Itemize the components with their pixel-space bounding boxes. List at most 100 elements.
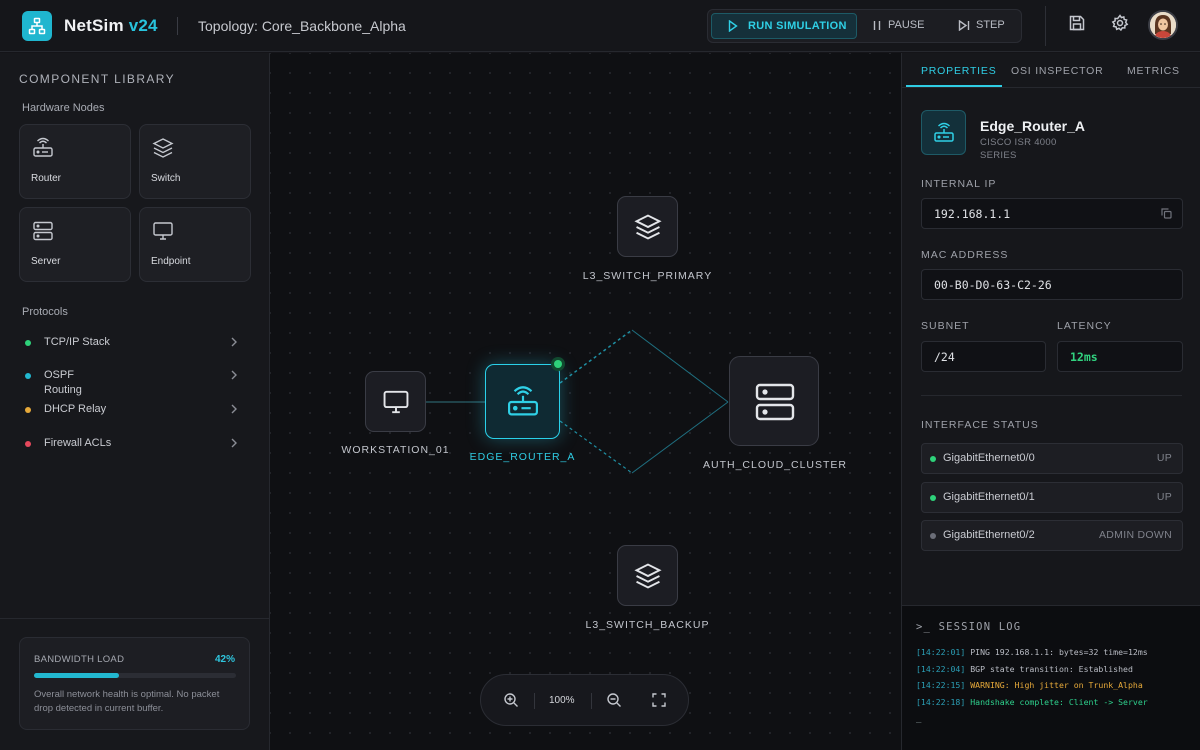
header-divider [177,17,178,35]
device-name: Edge_Router_A [980,118,1086,134]
node-label-switch-primary: L3_SWITCH_PRIMARY [582,270,713,282]
log-message: PING 192.168.1.1: bytes=32 time=12ms [970,647,1148,657]
interface-status: UP [1156,452,1172,464]
interface-name: GigabitEthernet0/2 [943,529,1035,541]
log-line: [14:22:04] BGP state transition: Establi… [916,664,1133,674]
log-line: [14:22:01] PING 192.168.1.1: bytes=32 ti… [916,647,1148,657]
hardware-label-server: Server [31,256,61,267]
node-l3-switch-backup[interactable] [617,545,678,606]
run-simulation-button[interactable]: RUN SIMULATION [711,13,857,39]
log-line: [14:22:15] WARNING: High jitter on Trunk… [916,680,1143,690]
node-auth-cloud-cluster[interactable] [729,356,819,446]
hardware-card-switch[interactable]: Switch [139,124,251,199]
zoom-out-icon[interactable] [606,692,622,708]
chevron-right-icon [231,370,237,380]
mac-address-label: MAC ADDRESS [921,249,1009,261]
link-router-upper [559,329,633,384]
protocol-name: DHCP Relay [44,403,107,415]
log-message: BGP state transition: Established [970,664,1133,674]
copy-icon[interactable] [1161,208,1172,219]
protocol-name: Firewall ACLs [44,437,112,449]
step-label: STEP [976,19,1005,31]
latency-field: 12ms [1057,341,1183,372]
tab-bar-divider [902,87,1200,88]
zoom-in-icon[interactable] [503,692,519,708]
link-upper-cloud [631,329,729,403]
tab-properties[interactable]: PROPERTIES [921,65,997,77]
interface-status: UP [1156,491,1172,503]
interface-status-dot [930,533,936,539]
fit-screen-icon[interactable] [651,692,667,708]
session-log-title: >_ SESSION LOG [916,621,1022,633]
play-icon [728,20,738,32]
app-header: NetSim v24 Topology: Core_Backbone_Alpha… [0,0,1200,52]
chevron-right-icon [231,438,237,448]
monitor-icon [383,390,409,414]
log-timestamp: [14:22:18] [916,697,966,707]
hardware-card-router[interactable]: Router [19,124,131,199]
session-log: >_ SESSION LOG [14:22:01] PING 192.168.1… [902,605,1200,750]
mac-address-value: 00-B0-D0-63-C2-26 [934,278,1052,292]
layers-icon [634,563,662,589]
properties-panel: PROPERTIES OSI INSPECTOR METRICS Edge_Ro… [901,53,1200,750]
node-label-cloud-cluster: AUTH_CLOUD_CLUSTER [702,459,848,471]
interface-row[interactable]: GigabitEthernet0/0 UP [921,443,1183,474]
zoom-divider [534,693,535,709]
subnet-value: /24 [934,350,955,364]
interface-row[interactable]: GigabitEthernet0/2 ADMIN DOWN [921,520,1183,551]
save-icon[interactable] [1068,14,1086,32]
router-icon [33,137,53,157]
mac-address-field[interactable]: 00-B0-D0-63-C2-26 [921,269,1183,300]
bandwidth-load-card: BANDWIDTH LOAD 42% Overall network healt… [19,637,250,730]
settings-gear-icon[interactable] [1111,14,1129,32]
log-message: Handshake complete: Client -> Server [970,697,1148,707]
subnet-field[interactable]: /24 [921,341,1046,372]
log-timestamp: [14:22:04] [916,664,966,674]
brand-version: v24 [128,16,158,35]
log-cursor: _ [916,714,922,724]
hardware-label-switch: Switch [151,173,181,184]
internal-ip-label: INTERNAL IP [921,178,997,190]
zoom-level: 100% [549,695,575,706]
component-library-title: COMPONENT LIBRARY [19,72,176,86]
hardware-card-server[interactable]: Server [19,207,131,282]
node-label-edge-router: EDGE_ROUTER_A [469,451,576,463]
component-library-sidebar: COMPONENT LIBRARY Hardware Nodes Router … [0,53,270,750]
hardware-card-endpoint[interactable]: Endpoint [139,207,251,282]
protocols-heading: Protocols [22,306,68,318]
device-model: CISCO ISR 4000 SERIES [980,137,1057,161]
hardware-nodes-heading: Hardware Nodes [22,102,105,114]
bandwidth-progress-track [34,673,236,678]
protocol-status-dot [25,407,31,413]
latency-label: LATENCY [1057,320,1112,332]
node-l3-switch-primary[interactable] [617,196,678,257]
server-icon [33,221,53,241]
interface-status-dot [930,456,936,462]
internal-ip-field[interactable]: 192.168.1.1 [921,198,1183,229]
interface-status-heading: INTERFACE STATUS [921,419,1039,431]
interface-name: GigabitEthernet0/0 [943,452,1035,464]
app-brand: NetSim v24 [64,16,158,36]
interface-row[interactable]: GigabitEthernet0/1 UP [921,482,1183,513]
layers-icon [634,214,662,240]
tab-metrics[interactable]: METRICS [1127,65,1180,77]
tab-osi-inspector[interactable]: OSI INSPECTOR [1011,65,1103,77]
node-edge-router[interactable] [485,364,560,439]
device-icon [921,110,966,155]
subnet-label: SUBNET [921,320,970,332]
topology-canvas[interactable]: L3_SWITCH_PRIMARY WORKSTATION_01 EDGE_RO… [270,53,901,750]
header-divider-right [1045,6,1046,46]
node-workstation[interactable] [365,371,426,432]
bandwidth-description: Overall network health is optimal. No pa… [34,689,220,714]
topology-title: Topology: Core_Backbone_Alpha [198,18,406,34]
user-avatar[interactable] [1148,10,1178,40]
log-timestamp: [14:22:15] [916,680,966,690]
active-tab-indicator [906,85,1002,87]
brand-name: NetSim [64,16,124,35]
run-simulation-label: RUN SIMULATION [748,20,847,32]
simulation-controls: RUN SIMULATION PAUSE STEP [707,9,1022,43]
chevron-right-icon [231,404,237,414]
log-timestamp: [14:22:01] [916,647,966,657]
zoom-controls: 100% [480,674,689,726]
internal-ip-value: 192.168.1.1 [934,207,1011,221]
